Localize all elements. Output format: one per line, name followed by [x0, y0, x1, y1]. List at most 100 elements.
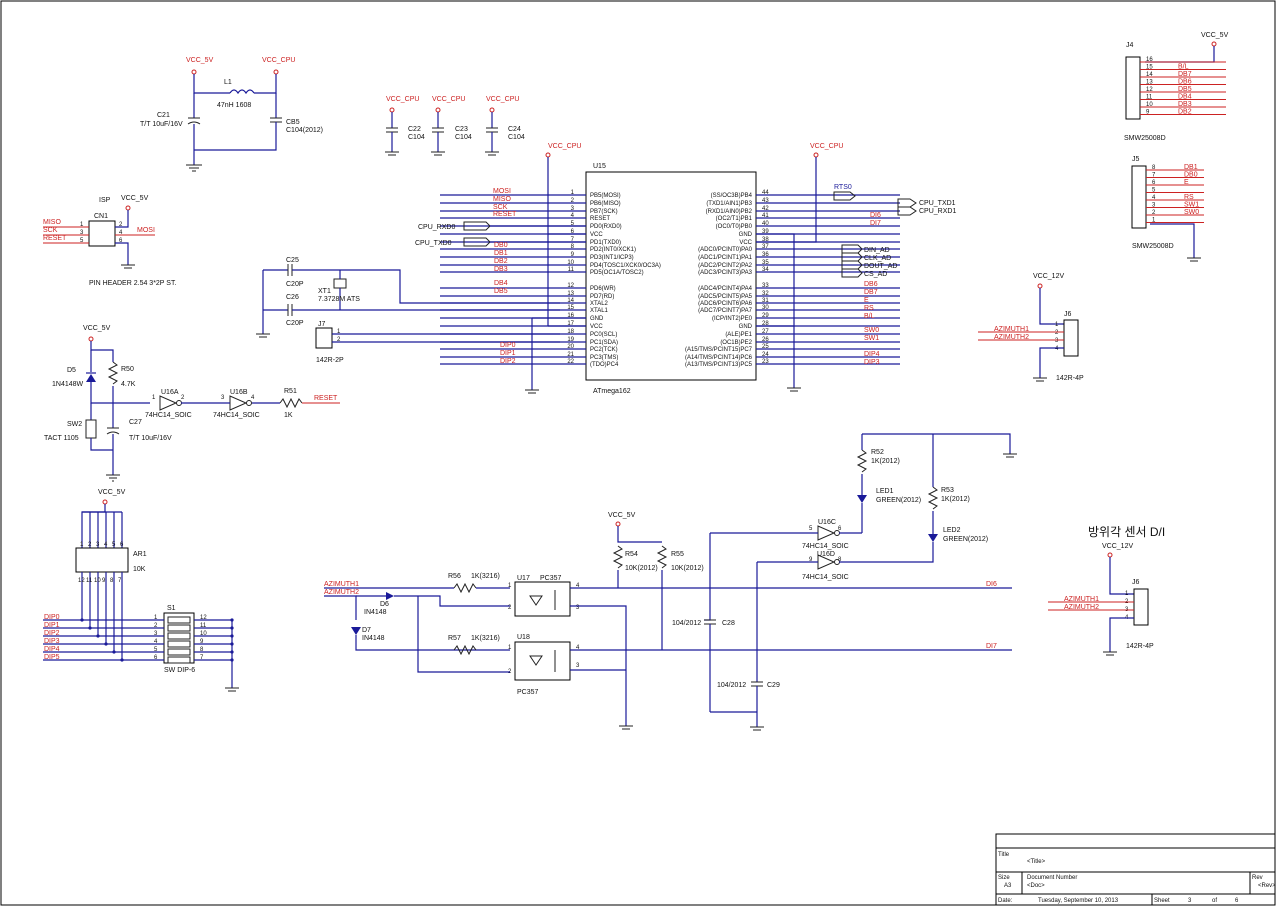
mcu-pin-number: 26 [762, 337, 769, 343]
net-cpu-txd1: CPU_TXD1 [919, 200, 956, 207]
mcu-pin-number: 42 [762, 206, 769, 212]
d5-ref: D5 [67, 367, 76, 374]
ar1-pin-top: 3 [96, 542, 100, 548]
resistor-r53 [927, 486, 939, 510]
cb5-ref: CB5 [286, 119, 300, 126]
c25-ref: C25 [286, 257, 299, 264]
reset-circuit: VCC_5V R50 4.7K D5 1N4148W SW2 TACT 1105… [44, 325, 340, 482]
lcd-connectors: VCC_5V J4 16 15 B/L 14 DB7 13 DB6 12 DB5 11 DB4 10 D… [1124, 32, 1229, 262]
svg-text:3: 3 [221, 395, 225, 401]
j7-ref: J7 [318, 321, 326, 328]
net-cs-ad: CS_AD [864, 271, 887, 278]
xt1-ref: XT1 [318, 288, 331, 295]
mcu-pin-number: 43 [762, 198, 769, 204]
net-db5: DB5 [494, 288, 508, 295]
r53-ref: R53 [941, 487, 954, 494]
net-di6-out: DI6 [986, 581, 997, 588]
net-sck: SCK [493, 204, 508, 211]
mcu-pin-name: PD2(INT0/XCK1) [590, 247, 636, 253]
s1-ref: S1 [167, 605, 176, 612]
mcu-pin-number: 25 [762, 344, 769, 350]
isp-header: ISP VCC_5V CN1 135 246 MISO SCK RESET MO… [43, 195, 176, 287]
resistor-r51 [279, 397, 303, 409]
mcu-pin-name: GND [739, 324, 753, 330]
mcu-pin-number: 35 [762, 260, 769, 266]
mcu-pin-name: XTAL2 [590, 301, 609, 307]
c28-value: 104/2012 [672, 620, 701, 627]
r57-value: 1K(3216) [471, 635, 500, 642]
mcu-pin-number: 17 [567, 321, 574, 327]
svg-text:1: 1 [508, 583, 512, 589]
u18-part: PC357 [517, 689, 539, 696]
c23-value: C104 [455, 134, 472, 141]
connector-j7 [315, 327, 333, 349]
mcu-pin-number: 23 [762, 359, 769, 365]
mcu-pin-number: 13 [567, 291, 574, 297]
r55-ref: R55 [671, 551, 684, 558]
diode-d5 [86, 374, 96, 382]
j5-ref: J5 [1132, 156, 1140, 163]
isp-mosi: MOSI [137, 227, 155, 234]
mcu-pin-name: RESET [590, 216, 610, 222]
j6-vcc-label: VCC_12V [1033, 273, 1064, 280]
net-sw0: SW0 [864, 327, 879, 334]
mcu-pin-number: 40 [762, 221, 769, 227]
mcu-pin-number: 19 [567, 337, 574, 343]
tb-sheets: 6 [1235, 898, 1239, 904]
net-dip1: DIP1 [500, 350, 516, 357]
mcu-pin-number: 20 [567, 344, 574, 350]
j4-net: DB6 [1178, 79, 1192, 86]
ar1-pin-top: 6 [120, 542, 124, 548]
j5-net: SW1 [1184, 202, 1199, 209]
j4-pin: 13 [1146, 80, 1153, 86]
led2 [928, 534, 938, 542]
j5-value: SMW25008D [1132, 243, 1174, 250]
sheet-border [0, 0, 1276, 906]
c21-value: T/T 10uF/16V [140, 121, 183, 128]
u16a-ref: U16A [161, 389, 179, 396]
isp-miso: MISO [43, 219, 61, 226]
r56-value: 1K(3216) [471, 573, 500, 580]
j4-net: DB2 [1178, 109, 1192, 116]
net-clk-ad: CLK_AD [864, 255, 891, 262]
s1-net: DIP0 [44, 614, 60, 621]
tb-date: Tuesday, September 10, 2013 [1038, 898, 1119, 904]
j4-pin: 15 [1146, 65, 1153, 71]
mcu-pin-number: 10 [567, 260, 574, 266]
net-cpu-rxd1: CPU_RXD1 [919, 208, 956, 215]
r53-value: 1K(2012) [941, 496, 970, 503]
mcu-pin-name: XTAL1 [590, 308, 609, 314]
mcu-pin-name: (ADC2/PCINT2)PA2 [698, 263, 753, 269]
mcu-pin-number: 11 [568, 267, 575, 273]
mcu-pin-name: (A15/TMS/PCINT15)PC7 [685, 347, 753, 353]
connector-j4 [1125, 56, 1141, 120]
dip-switch-block: VCC_5V AR1 10K S1 1 12 DIP0 2 11 DIP1 3 10 DIP2 4… [43, 489, 239, 692]
net-db1: DB1 [494, 250, 508, 257]
mcu-pin-name: PD4(TOSC1/XCK0/OC3A) [590, 263, 661, 269]
u15-ref: U15 [593, 163, 606, 170]
mcu-pin-number: 18 [567, 329, 574, 335]
s1-pin-right: 11 [200, 623, 207, 629]
j4-net: B/L [1178, 64, 1189, 71]
j6-pin: 3 [1055, 338, 1059, 344]
ar1-pin-bottom: 12 [78, 578, 85, 584]
c21-ref: C21 [157, 112, 170, 119]
mcu-pin-number: 31 [762, 298, 769, 304]
c22-ref: C22 [408, 126, 421, 133]
s1-pin-right: 10 [200, 631, 207, 637]
mcu-pin-name: GND [590, 316, 604, 322]
mcu-pin-number: 44 [762, 190, 769, 196]
led2-value: GREEN(2012) [943, 536, 988, 543]
j4-net: DB4 [1178, 94, 1192, 101]
mcu-pin-name: (RXD1/AIN0)PB2 [706, 209, 753, 215]
u18-ref: U18 [517, 634, 530, 641]
c24-value: C104 [508, 134, 525, 141]
c27-value: T/T 10uF/16V [129, 435, 172, 442]
mcu-pin-name: PC0(SCL) [590, 332, 617, 338]
net-dip0: DIP0 [500, 342, 516, 349]
mcu-pin-number: 36 [762, 252, 769, 258]
u17-ref: U17 [517, 575, 530, 582]
cn1-body [88, 220, 116, 247]
mcu-pin-number: 33 [762, 283, 769, 289]
mcu-pin-name: GND [739, 232, 753, 238]
